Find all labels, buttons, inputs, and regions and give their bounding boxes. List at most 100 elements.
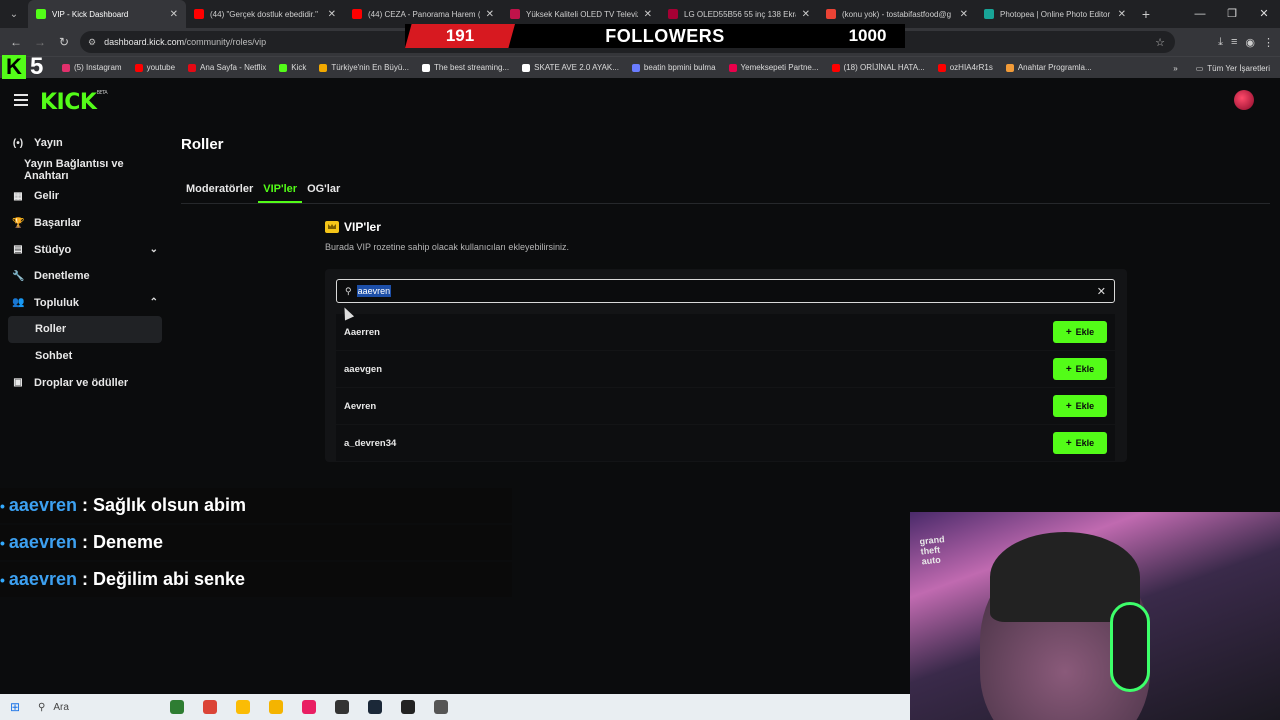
download-icon[interactable]: ⤓	[1218, 36, 1223, 49]
sidebar-item[interactable]: (•) Yayın	[0, 130, 170, 157]
vip-heading: VIP'ler	[325, 220, 381, 234]
bookmark-item[interactable]: Ana Sayfa - Netflix	[188, 63, 266, 72]
browser-tab[interactable]: (44) "Gerçek dostluk ebedidir." ✕	[186, 0, 344, 28]
close-tab-icon[interactable]: ✕	[486, 9, 494, 20]
kick-logo[interactable]: KICKBETA	[40, 90, 108, 115]
close-tab-icon[interactable]: ✕	[1118, 9, 1126, 20]
chat-message: • aaevren: Deneme	[0, 525, 512, 560]
close-window-icon[interactable]: ✕	[1248, 0, 1280, 28]
taskbar-app-icon[interactable]	[259, 694, 292, 720]
sidebar-item[interactable]: 🔧 Denetleme	[0, 263, 170, 290]
hamburger-menu-icon[interactable]	[14, 94, 28, 106]
bookmark-label: Anahtar Programla...	[1017, 63, 1092, 72]
taskbar-app-icon[interactable]	[424, 694, 457, 720]
add-vip-button[interactable]: + Ekle	[1053, 358, 1107, 380]
search-icon: ⚲	[38, 701, 46, 713]
media-control-icon[interactable]: ≡	[1231, 36, 1237, 48]
taskbar-app-icon[interactable]	[193, 694, 226, 720]
tab-title: (44) "Gerçek dostluk ebedidir."	[210, 9, 318, 19]
taskbar-app-icon[interactable]	[292, 694, 325, 720]
bookmark-item[interactable]: (5) Instagram	[62, 63, 122, 72]
sidebar-item[interactable]: Sohbet	[0, 343, 170, 370]
chevron-icon[interactable]: ⌃	[150, 297, 158, 308]
browser-tab[interactable]: Photopea | Online Photo Editor ✕	[976, 0, 1134, 28]
bookmark-label: SKATE AVE 2.0 AYAK...	[534, 63, 619, 72]
chat-text: : Sağlık olsun abim	[81, 495, 246, 515]
new-tab-button[interactable]: +	[1134, 6, 1158, 22]
role-tab[interactable]: Moderatörler	[181, 178, 258, 203]
taskbar-app-icon[interactable]	[391, 694, 424, 720]
bookmark-item[interactable]: Anahtar Programla...	[1005, 63, 1092, 72]
clear-search-icon[interactable]: ✕	[1097, 285, 1106, 298]
add-vip-button[interactable]: + Ekle	[1053, 432, 1107, 454]
sidebar-item-label: Denetleme	[34, 270, 90, 283]
taskbar-search[interactable]: ⚲ Ara	[30, 694, 160, 720]
chevron-icon[interactable]: ⌄	[150, 244, 158, 255]
sidebar-item[interactable]: 👥 Topluluk ⌃	[0, 290, 170, 317]
sidebar-item[interactable]: ▦ Gelir	[0, 183, 170, 210]
restore-icon[interactable]: ❐	[1216, 0, 1248, 28]
sidebar-item-label: Topluluk	[34, 296, 80, 309]
bookmark-favicon-icon	[421, 63, 430, 72]
bookmark-item[interactable]: Kick	[279, 63, 306, 72]
bookmark-star-icon[interactable]: ☆	[1155, 36, 1165, 49]
result-username: aaevgen	[344, 363, 383, 375]
site-info-icon[interactable]: ⚙	[88, 37, 96, 48]
close-tab-icon[interactable]: ✕	[960, 9, 968, 20]
bookmark-item[interactable]: SKATE AVE 2.0 AYAK...	[522, 63, 619, 72]
tab-favicon-icon	[826, 9, 836, 19]
browser-tab[interactable]: VIP - Kick Dashboard ✕	[28, 0, 186, 28]
sidebar-item[interactable]: ▤ Stüdyo ⌄	[0, 236, 170, 263]
reload-icon[interactable]: ↻	[52, 35, 76, 49]
sidebar-item-icon: ▣	[13, 377, 23, 389]
window-controls: — ❐ ✕	[1184, 0, 1280, 28]
bookmark-item[interactable]: beatin bpmini bulma	[631, 63, 716, 72]
close-tab-icon[interactable]: ✕	[170, 9, 178, 20]
close-tab-icon[interactable]: ✕	[802, 9, 810, 20]
sidebar-item[interactable]: ▣ Droplar ve ödüller	[0, 369, 170, 396]
close-tab-icon[interactable]: ✕	[328, 9, 336, 20]
plus-icon: +	[1065, 326, 1072, 338]
bookmark-item[interactable]: youtube	[134, 63, 175, 72]
taskbar-app-icon[interactable]	[325, 694, 358, 720]
search-input[interactable]: aaevren	[356, 285, 392, 297]
tab-title: LG OLED55B56 55 inç 138 Ekra	[684, 9, 796, 19]
more-bookmarks-icon[interactable]: »	[1173, 64, 1177, 73]
sidebar-item[interactable]: 🏆 Başarılar	[0, 210, 170, 237]
role-tab[interactable]: OG'lar	[302, 178, 345, 203]
sidebar-item[interactable]: Roller	[8, 316, 162, 343]
taskbar-app-icon[interactable]	[226, 694, 259, 720]
taskbar-app-icon[interactable]	[358, 694, 391, 720]
chat-username: aaevren	[8, 569, 77, 589]
close-tab-icon[interactable]: ✕	[644, 9, 652, 20]
bookmark-label: Ana Sayfa - Netflix	[200, 63, 267, 72]
back-icon[interactable]: ←	[4, 35, 28, 49]
bookmark-item[interactable]: (18) ORİJİNAL HATA...	[831, 63, 925, 72]
minimize-icon[interactable]: —	[1184, 0, 1216, 28]
sidebar-item[interactable]: Yayın Bağlantısı ve Anahtarı	[0, 157, 170, 184]
add-vip-button[interactable]: + Ekle	[1053, 395, 1107, 417]
tab-search-button[interactable]: ⌄	[0, 0, 28, 28]
forward-icon[interactable]: →	[28, 35, 52, 49]
bookmark-item[interactable]: The best streaming...	[421, 63, 509, 72]
bookmark-item[interactable]: Yemeksepeti Partne...	[728, 63, 819, 72]
browser-menu-icon[interactable]: ⋮	[1263, 36, 1274, 49]
kick-k-icon: K	[2, 55, 26, 79]
taskbar-app-icon[interactable]	[160, 694, 193, 720]
app-glyph-icon	[301, 700, 316, 714]
toolbar-actions: ⤓ ≡ ◉ ⋮	[1218, 28, 1274, 56]
search-input-wrapper[interactable]: ⚲ aaevren ✕	[336, 279, 1115, 303]
sidebar-item-icon: ▦	[13, 190, 23, 202]
all-bookmarks[interactable]: » ▭ Tüm Yer İşaretleri	[1173, 57, 1270, 79]
profile-icon[interactable]: ◉	[1245, 36, 1255, 49]
bookmark-item[interactable]: Türkiye'nin En Büyü...	[319, 63, 409, 72]
windows-start-icon[interactable]: ⊞	[0, 700, 30, 714]
bookmark-item[interactable]: ozHIA4rR1s	[937, 63, 993, 72]
bookmark-label: (5) Instagram	[74, 63, 122, 72]
avatar[interactable]	[1234, 90, 1254, 110]
app-glyph-icon	[400, 700, 415, 714]
role-tab[interactable]: VIP'ler	[258, 178, 303, 203]
tab-favicon-icon	[984, 9, 994, 19]
bookmark-favicon-icon	[1005, 63, 1014, 72]
add-vip-button[interactable]: + Ekle	[1053, 321, 1107, 343]
